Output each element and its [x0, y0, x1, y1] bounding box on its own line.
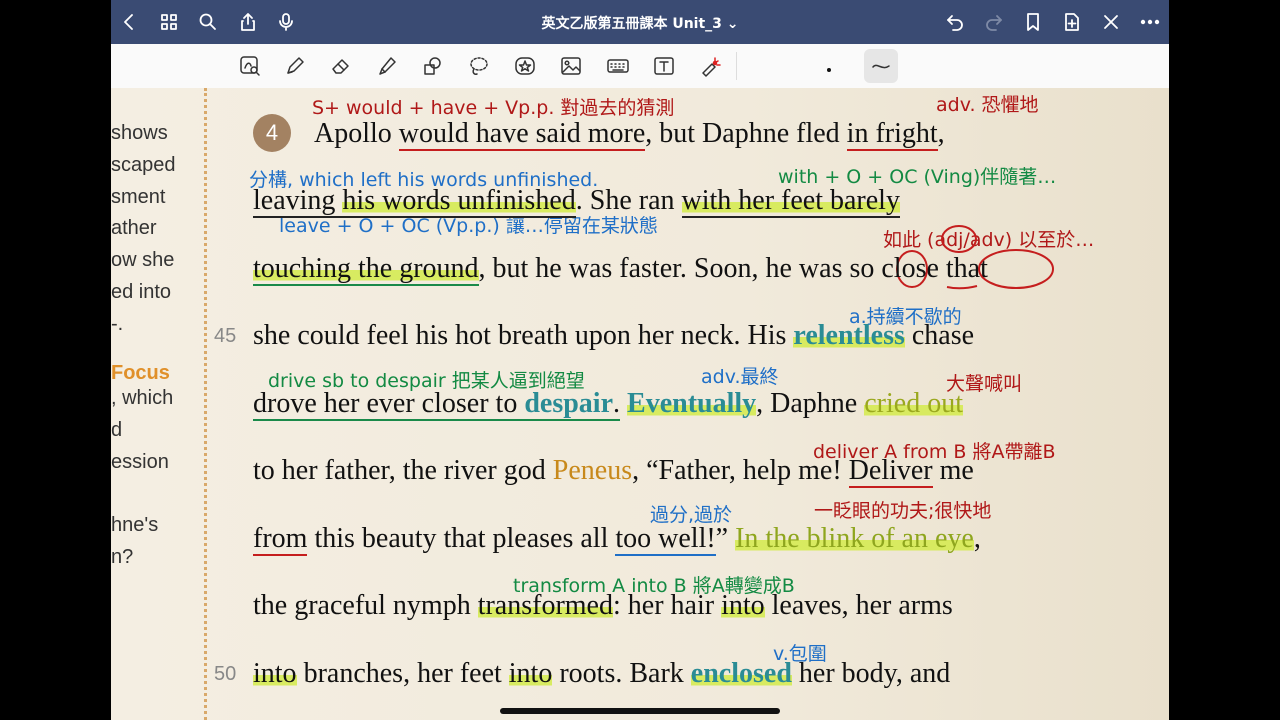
passage-line-8: the graceful nymph transformed: her hair…: [253, 590, 953, 621]
textbox-tool-icon[interactable]: [650, 53, 678, 79]
top-nav-bar: 英文乙版第五冊課本 Unit_3 ⌄: [111, 0, 1169, 44]
redo-icon[interactable]: [982, 10, 1006, 34]
document-title[interactable]: 英文乙版第五冊課本 Unit_3 ⌄: [111, 13, 1169, 33]
undo-icon[interactable]: [943, 10, 967, 34]
eraser-tool-icon[interactable]: [327, 53, 355, 79]
ipad-screen: 英文乙版第五冊課本 Unit_3 ⌄ shows scaped sment at…: [111, 0, 1169, 720]
sticker-tool-icon[interactable]: [511, 53, 539, 79]
drawing-toolbar: [111, 44, 1169, 89]
lasso-tool-icon[interactable]: [465, 53, 493, 79]
stroke-style-curve-icon[interactable]: [864, 49, 898, 83]
passage-line-7: from this beauty that pleases all too we…: [253, 523, 981, 556]
toolbar-divider: [736, 52, 737, 80]
highlighter-tool-icon[interactable]: [373, 53, 401, 79]
home-indicator[interactable]: [500, 708, 780, 714]
stroke-width-small-icon[interactable]: [815, 57, 843, 83]
passage-line-2: leaving his words unfinished. She ran wi…: [253, 185, 900, 218]
passage-line-3: touching the ground, but he was faster. …: [253, 253, 988, 286]
pen-tool-icon[interactable]: [281, 53, 309, 79]
passage-line-9: into branches, her feet into roots. Bark…: [253, 658, 951, 689]
textbook-page[interactable]: shows scaped sment ather ow she ed into …: [111, 88, 1169, 720]
passage-line-4: she could feel his hot breath upon her n…: [253, 320, 975, 351]
bookmark-icon[interactable]: [1021, 10, 1045, 34]
shapes-tool-icon[interactable]: [419, 53, 447, 79]
passage-line-6: to her father, the river god Peneus, “Fa…: [253, 455, 974, 488]
laser-pointer-icon[interactable]: [696, 53, 724, 79]
keyboard-tool-icon[interactable]: [604, 53, 632, 79]
image-tool-icon[interactable]: [557, 53, 585, 79]
close-icon[interactable]: [1099, 10, 1123, 34]
add-page-icon[interactable]: [1060, 10, 1084, 34]
passage-line-1: Apollo would have said more, but Daphne …: [314, 118, 945, 151]
passage-line-5: drove her ever closer to despair. Eventu…: [253, 388, 963, 421]
more-options-icon[interactable]: [1138, 10, 1162, 34]
lasso-read-icon[interactable]: [236, 53, 264, 79]
